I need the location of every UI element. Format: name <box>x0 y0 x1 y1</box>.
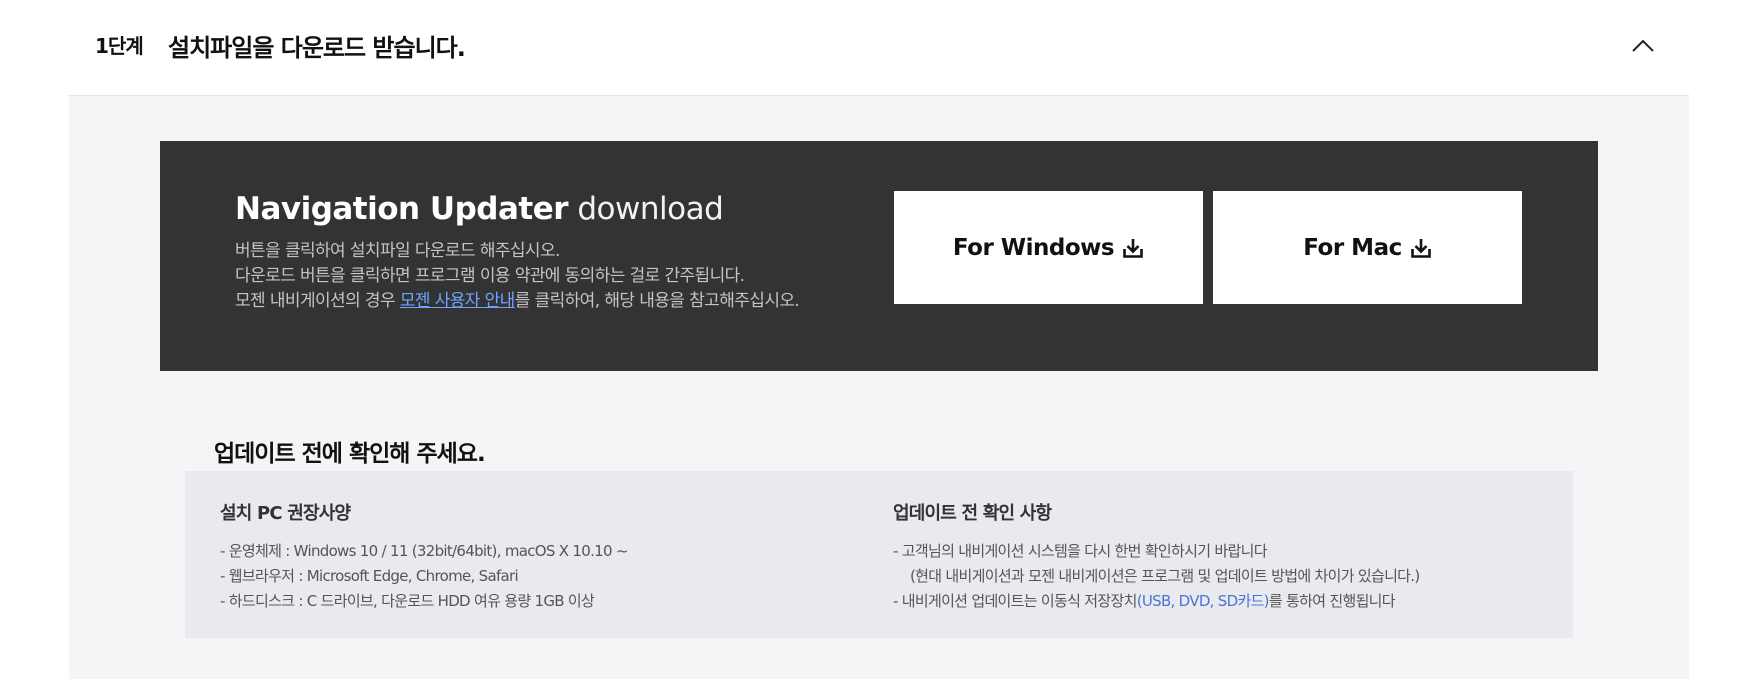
list-item: - 하드디스크 : C 드라이브, 다운로드 HDD 여유 용량 1GB 이상 <box>220 592 595 610</box>
list-item: - 운영체제 : Windows 10 / 11 (32bit/64bit), … <box>220 542 629 560</box>
step-number: 1단계 <box>95 34 144 58</box>
download-windows-button[interactable]: For Windows <box>894 191 1203 304</box>
download-banner: Navigation Updater download 버튼을 클릭하여 설치파… <box>160 141 1598 371</box>
chevron-up-icon[interactable] <box>1627 30 1659 62</box>
download-mac-label: For Mac <box>1303 234 1402 261</box>
banner-description: 버튼을 클릭하여 설치파일 다운로드 해주십시오. 다운로드 버튼을 클릭하면 … <box>235 239 800 314</box>
update-checklist-title: 업데이트 전 확인 사항 <box>893 503 1052 524</box>
download-windows-label: For Windows <box>952 234 1115 261</box>
check-before-update-title: 업데이트 전에 확인해 주세요. <box>214 441 486 467</box>
list-item-suffix: 를 통하여 진행됩니다 <box>1268 592 1396 610</box>
info-box: 설치 PC 권장사양 - 운영체제 : Windows 10 / 11 (32b… <box>185 471 1573 638</box>
banner-desc-line3: 모젠 내비게이션의 경우 모젠 사용자 안내를 클릭하여, 해당 내용을 참고해… <box>235 289 800 314</box>
pc-requirements: 설치 PC 권장사양 - 운영체제 : Windows 10 / 11 (32b… <box>220 499 629 614</box>
list-item: - 고객님의 내비게이션 시스템을 다시 한번 확인하시기 바랍니다 <box>893 542 1267 560</box>
list-item-prefix: - 내비게이션 업데이트는 이동식 저장장치 <box>893 592 1137 610</box>
banner-title-light: download <box>577 191 724 227</box>
update-checklist: 업데이트 전 확인 사항 - 고객님의 내비게이션 시스템을 다시 한번 확인하… <box>893 499 1420 614</box>
step-header[interactable]: 1단계 설치파일을 다운로드 받습니다. <box>69 0 1689 96</box>
banner-title: Navigation Updater download <box>235 191 724 227</box>
banner-desc-line1: 버튼을 클릭하여 설치파일 다운로드 해주십시오. <box>235 241 560 261</box>
pc-requirements-title: 설치 PC 권장사양 <box>220 503 351 524</box>
list-item: - 내비게이션 업데이트는 이동식 저장장치(USB, DVD, SD카드)를 … <box>893 589 1420 614</box>
banner-desc-line2: 다운로드 버튼을 클릭하면 프로그램 이용 약관에 동의하는 걸로 간주됩니다. <box>235 266 745 286</box>
banner-desc-line3-prefix: 모젠 내비게이션의 경우 <box>235 291 400 311</box>
banner-desc-line3-suffix: 를 클릭하여, 해당 내용을 참고해주십시오. <box>514 291 800 311</box>
list-item: - 웹브라우저 : Microsoft Edge, Chrome, Safari <box>220 567 519 585</box>
list-item: (현대 내비게이션과 모젠 내비게이션은 프로그램 및 업데이트 방법에 차이가… <box>910 567 1420 585</box>
storage-highlight: (USB, DVD, SD카드) <box>1136 592 1270 610</box>
banner-title-bold: Navigation Updater <box>235 191 569 227</box>
mozen-guide-link[interactable]: 모젠 사용자 안내 <box>400 291 515 311</box>
download-icon <box>1410 238 1431 258</box>
step-title: 설치파일을 다운로드 받습니다. <box>168 34 466 62</box>
download-mac-button[interactable]: For Mac <box>1213 191 1522 304</box>
download-icon <box>1123 238 1143 258</box>
